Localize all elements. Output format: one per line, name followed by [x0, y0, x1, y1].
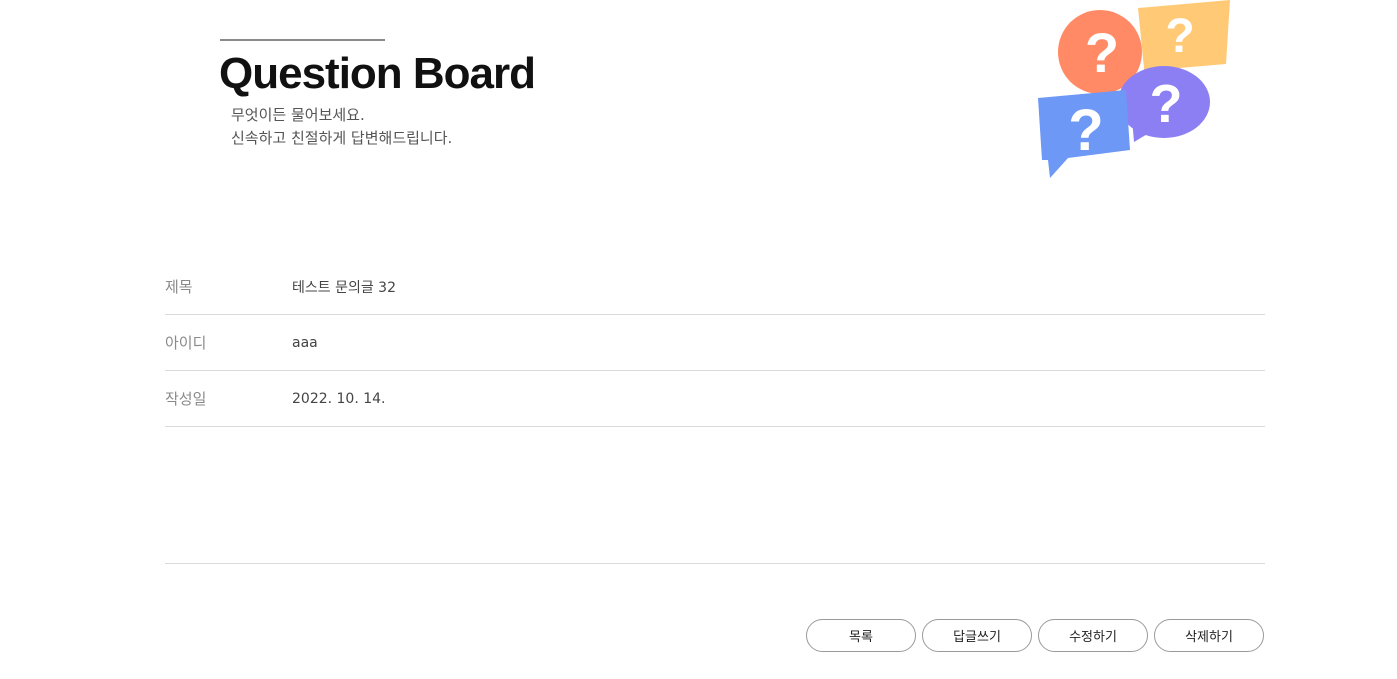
user-id-value: aaa — [292, 334, 318, 351]
post-content — [165, 427, 1265, 564]
svg-text:?: ? — [1068, 98, 1103, 163]
svg-text:?: ? — [1150, 74, 1183, 134]
question-bubbles-icon: ? ? ? ? — [1038, 0, 1230, 178]
post-info-table: 제목 테스트 문의글 32 아이디 aaa 작성일 2022. 10. 14. — [165, 259, 1265, 427]
action-buttons: 목록 답글쓰기 수정하기 삭제하기 — [806, 619, 1264, 652]
list-button[interactable]: 목록 — [806, 619, 916, 652]
subtitle-line-1: 무엇이든 물어보세요. — [231, 106, 365, 124]
page-title: Question Board — [219, 49, 536, 98]
reply-button[interactable]: 답글쓰기 — [922, 619, 1032, 652]
user-id-label: 아이디 — [165, 334, 207, 352]
title-label: 제목 — [165, 278, 193, 296]
title-row: 제목 테스트 문의글 32 — [165, 259, 1265, 315]
header-divider — [220, 39, 385, 41]
title-value: 테스트 문의글 32 — [292, 279, 396, 296]
edit-button[interactable]: 수정하기 — [1038, 619, 1148, 652]
page-subtitle: 무엇이든 물어보세요. 신속하고 친절하게 답변해드립니다. — [231, 104, 452, 150]
svg-text:?: ? — [1085, 21, 1119, 84]
date-row: 작성일 2022. 10. 14. — [165, 371, 1265, 427]
subtitle-line-2: 신속하고 친절하게 답변해드립니다. — [231, 129, 453, 147]
delete-button[interactable]: 삭제하기 — [1154, 619, 1264, 652]
date-value: 2022. 10. 14. — [292, 390, 386, 407]
svg-text:?: ? — [1165, 10, 1194, 63]
user-id-row: 아이디 aaa — [165, 315, 1265, 371]
date-label: 작성일 — [165, 390, 207, 408]
